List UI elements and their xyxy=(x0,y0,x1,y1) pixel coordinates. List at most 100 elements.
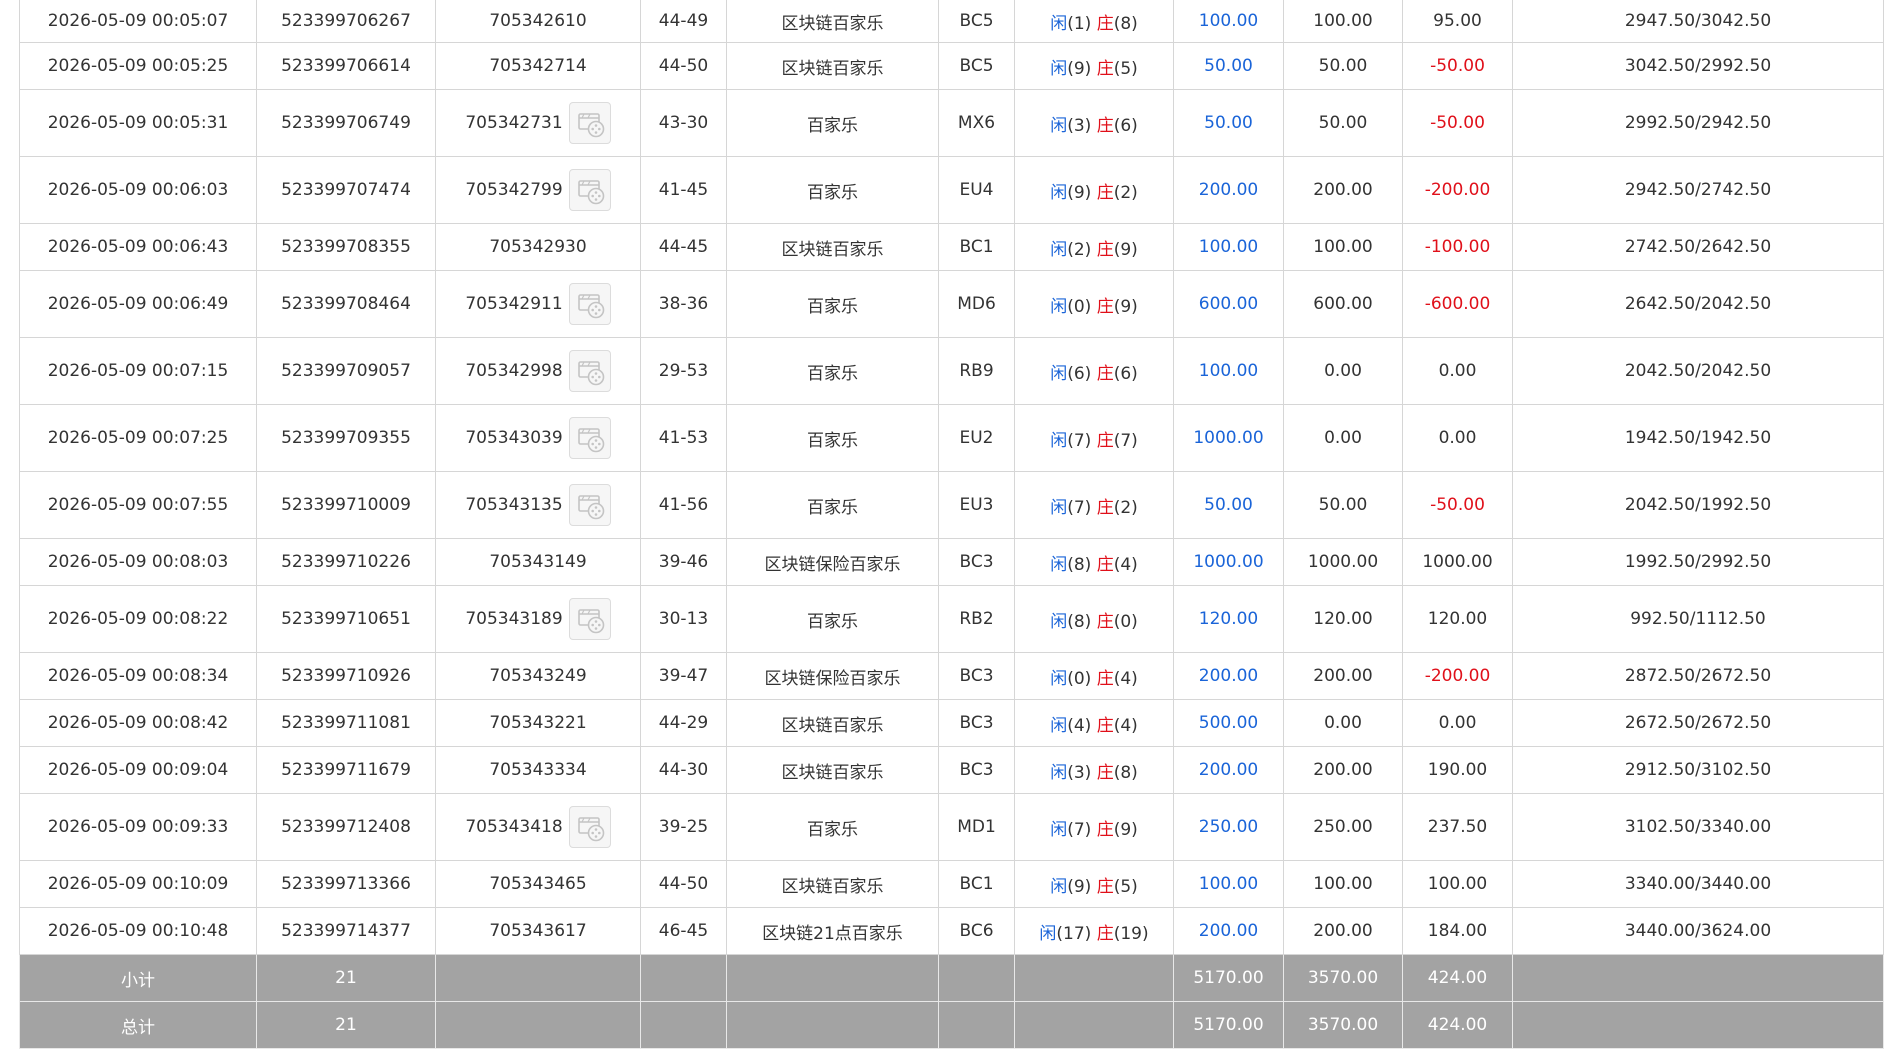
round-number-text: 705342998 xyxy=(465,361,563,381)
total-empty-cell xyxy=(726,1001,939,1049)
player-label: 闲 xyxy=(1050,876,1068,897)
order-number-cell: 523399714377 xyxy=(256,907,436,955)
player-label: 闲 xyxy=(1050,13,1068,34)
table-code-cell: BC5 xyxy=(938,42,1015,90)
summary-section: 小计 21 5170.00 3570.00 424.00 总计 21 5170.… xyxy=(19,954,1884,1049)
table-code-cell: EU4 xyxy=(938,156,1015,224)
video-replay-icon[interactable] xyxy=(568,806,611,848)
order-number-cell: 523399710651 xyxy=(256,585,436,653)
bet-amount-cell: 100.00 xyxy=(1173,223,1284,271)
table-row: 2026-05-09 00:08:34 523399710926 705343249… xyxy=(19,652,1884,700)
table-code-cell: BC1 xyxy=(938,860,1015,908)
table-row: 2026-05-09 00:07:55 523399710009 705343135… xyxy=(19,471,1884,539)
banker-label: 庄 xyxy=(1096,554,1114,575)
round-number-text: 705342731 xyxy=(465,113,563,133)
balance-change-cell: 992.50/1112.50 xyxy=(1512,585,1884,653)
table-row: 2026-05-09 00:09:33 523399712408 705343418… xyxy=(19,793,1884,861)
total-bet: 5170.00 xyxy=(1173,1001,1284,1049)
round-number-cell: 705343418 xyxy=(435,793,641,861)
bet-amount-cell: 50.00 xyxy=(1173,89,1284,157)
total-empty-cell xyxy=(1512,1001,1884,1049)
video-replay-icon[interactable] xyxy=(568,417,611,459)
round-number-cell: 705342911 xyxy=(435,270,641,338)
result-cell: 闲(7) 庄(9) xyxy=(1014,793,1174,861)
result-cell: 闲(3) 庄(6) xyxy=(1014,89,1174,157)
player-label: 闲 xyxy=(1050,58,1068,79)
bet-records-table: 2026-05-09 00:05:07 523399706267 705342610… xyxy=(19,0,1884,1049)
table-shoe-cell: 44-50 xyxy=(640,42,727,90)
round-number-text: 705342930 xyxy=(489,237,587,257)
bet-time-cell: 2026-05-09 00:08:03 xyxy=(19,538,257,586)
total-win-loss: 424.00 xyxy=(1402,1001,1513,1049)
bet-amount-cell: 50.00 xyxy=(1173,42,1284,90)
game-type-cell: 区块链百家乐 xyxy=(726,223,939,271)
round-number-cell: 705342998 xyxy=(435,337,641,405)
banker-label: 庄 xyxy=(1096,115,1114,136)
banker-points: (4) xyxy=(1113,715,1138,736)
player-points: (3) xyxy=(1067,115,1092,136)
banker-points: (5) xyxy=(1113,876,1138,897)
table-shoe-cell: 44-50 xyxy=(640,860,727,908)
banker-points: (7) xyxy=(1113,430,1138,451)
player-label: 闲 xyxy=(1050,430,1068,451)
bet-amount-cell: 100.00 xyxy=(1173,860,1284,908)
round-number-text: 705343249 xyxy=(489,666,587,686)
bet-amount-cell: 200.00 xyxy=(1173,746,1284,794)
table-code-cell: BC6 xyxy=(938,907,1015,955)
valid-bet-cell: 200.00 xyxy=(1283,746,1403,794)
bet-records-table-wrapper: 2026-05-09 00:05:07 523399706267 705342610… xyxy=(19,0,1884,1049)
result-cell: 闲(0) 庄(9) xyxy=(1014,270,1174,338)
game-type-cell: 区块链百家乐 xyxy=(726,0,939,43)
banker-label: 庄 xyxy=(1096,876,1114,897)
subtotal-row: 小计 21 5170.00 3570.00 424.00 xyxy=(19,954,1884,1002)
table-row: 2026-05-09 00:08:03 523399710226 705343149… xyxy=(19,538,1884,586)
video-replay-icon[interactable] xyxy=(568,169,611,211)
order-number-cell: 523399711081 xyxy=(256,699,436,747)
round-number-cell: 705342610 xyxy=(435,0,641,43)
balance-change-cell: 2042.50/1992.50 xyxy=(1512,471,1884,539)
order-number-cell: 523399710226 xyxy=(256,538,436,586)
player-points: (8) xyxy=(1067,611,1092,632)
player-points: (7) xyxy=(1067,819,1092,840)
round-number-text: 705343039 xyxy=(465,428,563,448)
video-replay-icon[interactable] xyxy=(568,484,611,526)
bet-time-cell: 2026-05-09 00:10:09 xyxy=(19,860,257,908)
video-replay-icon[interactable] xyxy=(568,350,611,392)
round-number-text: 705343334 xyxy=(489,760,587,780)
player-label: 闲 xyxy=(1039,923,1057,944)
order-number-cell: 523399712408 xyxy=(256,793,436,861)
balance-change-cell: 2872.50/2672.50 xyxy=(1512,652,1884,700)
round-number-text: 705343465 xyxy=(489,874,587,894)
order-number-cell: 523399706267 xyxy=(256,0,436,43)
game-type-cell: 区块链百家乐 xyxy=(726,42,939,90)
balance-change-cell: 2992.50/2942.50 xyxy=(1512,89,1884,157)
table-shoe-cell: 39-47 xyxy=(640,652,727,700)
table-row: 2026-05-09 00:08:22 523399710651 705343189… xyxy=(19,585,1884,653)
game-type-cell: 区块链百家乐 xyxy=(726,746,939,794)
banker-points: (8) xyxy=(1113,762,1138,783)
video-replay-icon[interactable] xyxy=(568,598,611,640)
round-number-text: 705343189 xyxy=(465,609,563,629)
banker-label: 庄 xyxy=(1096,363,1114,384)
game-type-cell: 区块链21点百家乐 xyxy=(726,907,939,955)
banker-points: (6) xyxy=(1113,115,1138,136)
balance-change-cell: 2942.50/2742.50 xyxy=(1512,156,1884,224)
subtotal-valid-bet: 3570.00 xyxy=(1283,954,1403,1002)
video-replay-icon[interactable] xyxy=(568,102,611,144)
game-type-cell: 百家乐 xyxy=(726,156,939,224)
player-points: (1) xyxy=(1067,13,1092,34)
game-type-cell: 百家乐 xyxy=(726,471,939,539)
video-replay-icon[interactable] xyxy=(568,283,611,325)
bet-amount-cell: 200.00 xyxy=(1173,907,1284,955)
table-shoe-cell: 30-13 xyxy=(640,585,727,653)
bet-time-cell: 2026-05-09 00:09:33 xyxy=(19,793,257,861)
valid-bet-cell: 0.00 xyxy=(1283,699,1403,747)
result-cell: 闲(17) 庄(19) xyxy=(1014,907,1174,955)
table-code-cell: BC3 xyxy=(938,538,1015,586)
table-code-cell: BC1 xyxy=(938,223,1015,271)
bet-time-cell: 2026-05-09 00:05:31 xyxy=(19,89,257,157)
round-number-cell: 705342930 xyxy=(435,223,641,271)
round-number-text: 705342911 xyxy=(465,294,563,314)
player-points: (7) xyxy=(1067,430,1092,451)
table-shoe-cell: 29-53 xyxy=(640,337,727,405)
